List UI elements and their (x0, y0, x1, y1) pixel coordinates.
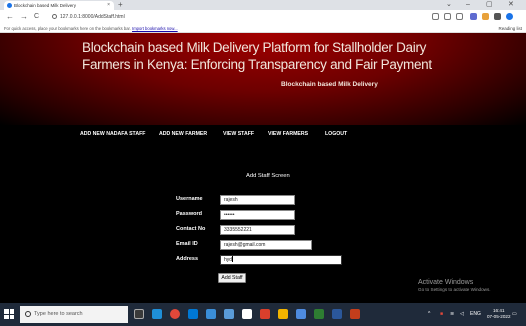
extension-shield-icon[interactable] (470, 13, 477, 20)
new-tab-button[interactable]: + (118, 0, 123, 10)
taskbar-clock[interactable]: 16:41 07-05-2022 (487, 308, 511, 320)
username-label: Username (176, 196, 203, 202)
notifications-icon[interactable]: ▭ (512, 303, 517, 326)
search-icon (25, 311, 31, 317)
activate-windows-watermark: Activate Windows Go to Settings to activ… (418, 279, 491, 292)
contact-field[interactable]: 3335552221 (220, 225, 295, 235)
address-bar[interactable]: 127.0.0.1:8000/AddStaff.html (52, 13, 125, 21)
web-page: Blockchain based Milk Delivery Platform … (0, 33, 526, 303)
language-indicator[interactable]: ENG (470, 303, 481, 326)
form-title: Add Staff Screen (246, 173, 290, 179)
volume-icon[interactable]: ◁ (460, 303, 464, 326)
back-button[interactable]: ← (6, 10, 14, 24)
nav-logout[interactable]: LOGOUT (325, 131, 347, 137)
activate-title: Activate Windows (418, 279, 474, 286)
reading-list-button[interactable]: Reading list (498, 24, 522, 33)
bookmarks-bar: For quick access, place your bookmarks h… (0, 24, 526, 33)
username-field[interactable]: rajesh (220, 195, 295, 205)
url-text: 127.0.0.1:8000/AddStaff.html (60, 14, 125, 20)
header-banner: Blockchain based Milk Delivery Platform … (0, 33, 526, 125)
nav-view-staff[interactable]: VIEW STAFF (223, 131, 254, 137)
tray-app-icon[interactable]: ■ (440, 303, 443, 326)
taskbar-search-placeholder: Type here to search (34, 311, 83, 317)
extension-icon[interactable] (482, 13, 489, 20)
contact-label: Contact No (176, 226, 206, 232)
text-caret (232, 256, 233, 262)
folder-icon[interactable] (278, 309, 288, 319)
main-nav: ADD NEW NADAFA STAFF ADD NEW FARMER VIEW… (0, 125, 526, 145)
minimize-button[interactable]: – (466, 0, 470, 10)
email-field[interactable]: rajesh@gmail.com (220, 240, 312, 250)
add-staff-button[interactable]: Add Staff (218, 273, 246, 283)
site-info-icon[interactable] (52, 14, 57, 19)
powerpoint-icon[interactable] (350, 309, 360, 319)
store-icon[interactable] (206, 309, 216, 319)
favicon-icon (7, 3, 12, 8)
maximize-button[interactable]: ▢ (486, 0, 493, 10)
network-icon[interactable]: ≋ (450, 303, 454, 326)
profile-icon[interactable] (506, 13, 513, 20)
nav-add-new-farmer[interactable]: ADD NEW FARMER (159, 131, 207, 137)
task-view-icon[interactable] (134, 309, 144, 319)
mail-icon[interactable] (242, 309, 252, 319)
tab-close-icon[interactable]: × (107, 1, 110, 10)
browser-tabstrip: Blockchain based Milk Delivery × + ⌄ – ▢… (0, 0, 526, 10)
windows-start-icon[interactable] (4, 309, 14, 319)
close-window-button[interactable]: ✕ (508, 0, 514, 10)
nav-view-farmers[interactable]: VIEW FARMERS (268, 131, 308, 137)
page-subtitle: Blockchain based Milk Delivery (281, 81, 378, 88)
tab-search-icon[interactable]: ⌄ (446, 0, 452, 10)
bookmark-star-icon[interactable] (456, 13, 463, 20)
browser-tab[interactable]: Blockchain based Milk Delivery × (4, 1, 114, 10)
tray-chevron-icon[interactable]: ^ (428, 303, 430, 326)
address-field[interactable]: hyd (220, 255, 342, 265)
opera-icon[interactable] (170, 309, 180, 319)
import-bookmarks-link[interactable]: Import bookmarks now... (132, 26, 178, 31)
tab-title: Blockchain based Milk Delivery (14, 3, 77, 8)
reload-button[interactable]: C (34, 10, 39, 24)
password-field[interactable]: •••••• (220, 210, 295, 220)
browser-toolbar: ← → C 127.0.0.1:8000/AddStaff.html (0, 10, 526, 24)
page-title: Blockchain based Milk Delivery Platform … (82, 40, 432, 72)
edge-icon[interactable] (152, 309, 162, 319)
taskbar: Type here to search ^ ■ ≋ ◁ ENG 16:41 07… (0, 303, 526, 326)
forward-button[interactable]: → (20, 10, 28, 24)
share-icon[interactable] (444, 13, 451, 20)
nav-add-nadafa-staff[interactable]: ADD NEW NADAFA STAFF (80, 131, 145, 137)
puzzle-icon[interactable] (494, 13, 501, 20)
email-label: Email ID (176, 241, 198, 247)
chrome-icon[interactable] (260, 309, 270, 319)
excel-icon[interactable] (314, 309, 324, 319)
ie-icon[interactable] (188, 309, 198, 319)
taskbar-search[interactable]: Type here to search (20, 306, 128, 323)
python-icon[interactable] (296, 309, 306, 319)
bookmarks-hint: For quick access, place your bookmarks h… (4, 26, 131, 31)
word-icon[interactable] (332, 309, 342, 319)
activate-hint: Go to Settings to activate Windows. (418, 287, 491, 292)
address-label: Address (176, 256, 199, 262)
clock-date: 07-05-2022 (487, 314, 511, 319)
key-icon[interactable] (432, 13, 439, 20)
address-value: hyd (224, 257, 233, 263)
password-label: Password (176, 211, 202, 217)
app-icon[interactable] (224, 309, 234, 319)
